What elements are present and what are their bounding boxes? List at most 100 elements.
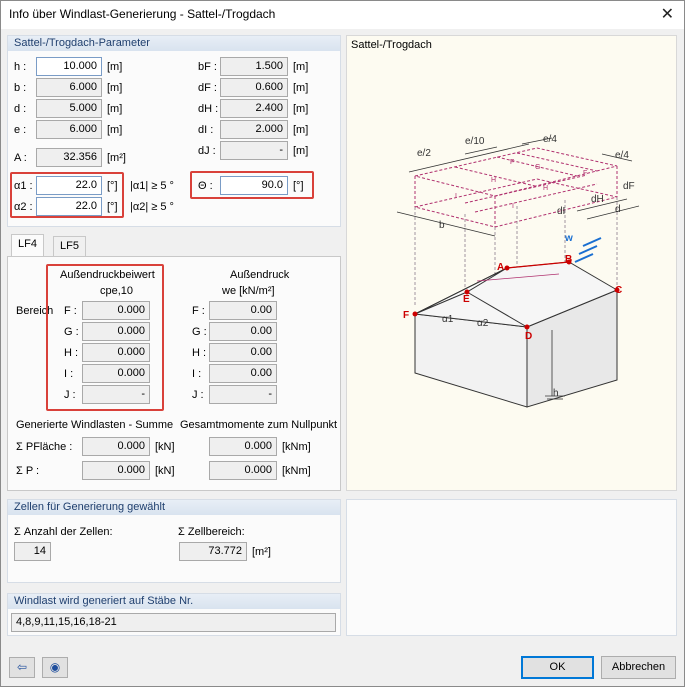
zone-h-right: H: [543, 185, 548, 192]
eye-icon: ◉: [49, 660, 61, 674]
point-d: D: [525, 331, 532, 342]
param-bf-unit: [m]: [293, 61, 309, 73]
label-h: h: [553, 388, 559, 399]
wind-arrows: [574, 237, 602, 263]
cpe-highlight: [46, 264, 164, 411]
param-d-value: 5.000: [36, 99, 102, 118]
zone-f-left: F: [510, 159, 514, 166]
zone-h-left: H: [491, 177, 496, 184]
building-body: [413, 261, 619, 408]
members-header: Windlast wird generiert auf Stäbe Nr.: [8, 594, 340, 609]
param-b-value: 6.000: [36, 78, 102, 97]
sum-p-label: Σ P :: [16, 465, 40, 477]
moment-2-value: 0.000: [209, 461, 277, 480]
param-df-unit: [m]: [293, 82, 309, 94]
row-f-label-we: F :: [192, 305, 205, 317]
we-title: Außendruck: [230, 269, 290, 281]
param-di-unit: [m]: [293, 124, 309, 136]
alpha1-condition: |α1| ≥ 5 °: [130, 180, 174, 192]
row-g-label-we: G :: [192, 326, 207, 338]
dialog-window: Info über Windlast-Generierung - Sattel-…: [0, 0, 685, 687]
param-h-label: h :: [14, 61, 27, 73]
label-e2: e/2: [417, 148, 431, 159]
label-b: b: [439, 220, 445, 231]
param-e-label: e :: [14, 124, 27, 136]
coeffs-panel: Bereich Außendruckbeiwert cpe,10 Außendr…: [7, 256, 341, 491]
sum-pflaeche-label: Σ PFläche :: [16, 441, 73, 453]
sum-p-unit: [kN]: [155, 465, 175, 477]
label-w: w: [564, 233, 573, 244]
moment-1-unit: [kNm]: [282, 441, 311, 453]
param-dh-label: dH :: [198, 103, 219, 115]
cell-area-unit: [m²]: [252, 546, 271, 558]
title-bar: Info über Windlast-Generierung - Sattel-…: [1, 1, 684, 29]
zone-i-left: I: [455, 193, 457, 200]
label-e4-left: e/4: [543, 134, 557, 145]
param-d-label: d :: [14, 103, 27, 115]
param-dj-label: dJ :: [198, 145, 216, 157]
param-a-value: 32.356: [36, 148, 102, 167]
point-b: B: [565, 254, 572, 265]
members-panel: Windlast wird generiert auf Stäbe Nr. 4,…: [7, 593, 341, 636]
sum-p-value: 0.000: [82, 461, 150, 480]
point-c: C: [615, 285, 622, 296]
moment-title: Gesamtmomente zum Nullpunkt: [180, 419, 338, 431]
diagram-panel: Sattel-/Trogdach e/2 e/10 e/4 e/4 b d dF…: [346, 35, 677, 491]
zone-plan: [414, 147, 618, 228]
we-j-value: -: [209, 385, 277, 404]
label-di: dI: [557, 206, 565, 217]
moment-2-unit: [kNm]: [282, 465, 311, 477]
zone-g: G: [535, 164, 540, 171]
cells-header: Zellen für Generierung gewählt: [8, 500, 340, 515]
sum-pflaeche-value: 0.000: [82, 437, 150, 456]
window-title: Info über Windlast-Generierung - Sattel-…: [9, 7, 276, 21]
we-h-value: 0.00: [209, 343, 277, 362]
param-di-label: dI :: [198, 124, 214, 136]
tab-lf5[interactable]: LF5: [53, 236, 86, 256]
param-bf-value: 1.500: [220, 57, 288, 76]
tab-lf4[interactable]: LF4: [11, 234, 44, 256]
members-value: 4,8,9,11,15,16,18-21: [11, 613, 336, 632]
label-e4-right: e/4: [615, 150, 629, 161]
cells-panel: Zellen für Generierung gewählt Σ Anzahl …: [7, 499, 341, 583]
close-icon[interactable]: ✕: [661, 4, 674, 24]
moment-1-value: 0.000: [209, 437, 277, 456]
label-alpha2: α2: [477, 318, 489, 329]
zone-i-right: I: [512, 203, 514, 210]
view-button[interactable]: ◉: [42, 657, 68, 678]
param-a-unit: [m²]: [107, 152, 126, 164]
param-e-value: 6.000: [36, 120, 102, 139]
param-b-label: b :: [14, 82, 27, 94]
param-dj-value: -: [220, 141, 288, 160]
sum-pflaeche-unit: [kN]: [155, 441, 175, 453]
param-dh-unit: [m]: [293, 103, 309, 115]
label-d: d: [615, 204, 621, 215]
cancel-button[interactable]: Abbrechen: [601, 656, 676, 679]
param-df-value: 0.600: [220, 78, 288, 97]
ok-button[interactable]: OK: [521, 656, 594, 679]
empty-panel: [346, 499, 677, 636]
cell-area-label: Σ Zellbereich:: [178, 526, 245, 538]
param-dh-value: 2.400: [220, 99, 288, 118]
arrow-left-icon: ⇦: [16, 660, 28, 674]
params-header: Sattel-/Trogdach-Parameter: [8, 36, 340, 51]
alpha2-condition: |α2| ≥ 5 °: [130, 201, 174, 213]
label-dh: dH: [591, 194, 604, 205]
sum-title: Generierte Windlasten - Summe: [16, 419, 174, 431]
we-subtitle: we [kN/m²]: [222, 285, 275, 297]
back-button[interactable]: ⇦: [9, 657, 35, 678]
label-e10: e/10: [465, 136, 485, 147]
param-h-input[interactable]: 10.000: [36, 57, 102, 76]
row-h-label-we: H :: [192, 347, 207, 359]
params-panel: Sattel-/Trogdach-Parameter h : 10.000 [m…: [7, 35, 341, 227]
param-df-label: dF :: [198, 82, 217, 94]
we-f-value: 0.00: [209, 301, 277, 320]
we-i-value: 0.00: [209, 364, 277, 383]
point-f: F: [403, 310, 409, 321]
row-j-label-we: J :: [192, 389, 204, 401]
param-b-unit: [m]: [107, 82, 123, 94]
param-dj-unit: [m]: [293, 145, 309, 157]
label-alpha1: α1: [442, 314, 454, 325]
param-e-unit: [m]: [107, 124, 123, 136]
theta-highlight: [190, 171, 314, 199]
